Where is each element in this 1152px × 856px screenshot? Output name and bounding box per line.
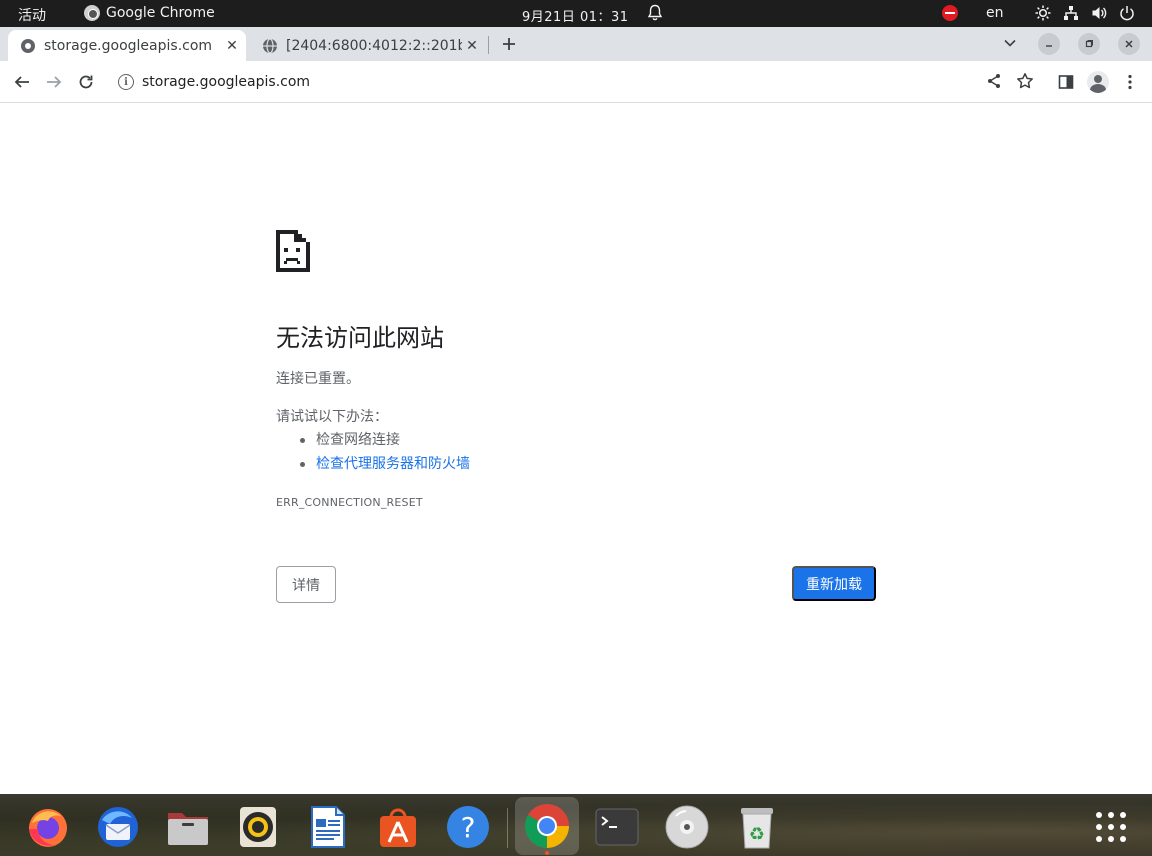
page-icon [20,38,36,54]
suggestions-list: 检查网络连接 检查代理服务器和防火墙 [296,430,470,478]
system-tray[interactable] [1034,4,1136,22]
maximize-button[interactable] [1078,33,1100,55]
error-subtitle: 连接已重置。 [276,371,360,387]
reload-page-button[interactable]: 重新加载 [792,566,876,601]
trash-icon[interactable]: ♻ [734,804,780,850]
side-panel-button[interactable] [1054,70,1078,94]
activities-button[interactable]: 活动 [18,5,46,25]
forward-button[interactable] [42,70,66,94]
close-window-button[interactable] [1118,33,1140,55]
bell-icon[interactable] [647,4,663,26]
rhythmbox-icon[interactable] [235,804,281,850]
tab-ipv6-address[interactable]: [2404:6800:4012:2::201b] ✕ [250,30,486,61]
suggestions-label: 请试试以下办法： [276,409,388,425]
reload-button[interactable] [74,70,98,94]
tab-separator [488,36,489,54]
close-tab-icon[interactable]: ✕ [222,36,242,56]
tab-search-chevron-icon[interactable] [1000,33,1020,53]
disc-icon[interactable] [664,804,710,850]
ubuntu-dock: ? ♻ [0,794,1152,856]
close-tab-icon[interactable]: ✕ [462,36,482,56]
list-item[interactable]: 检查代理服务器和防火墙 [296,454,470,478]
url-text[interactable]: storage.googleapis.com [142,74,310,90]
network-icon [1062,4,1080,22]
app-center-icon[interactable] [375,804,421,850]
sad-page-icon [276,230,310,272]
firefox-icon[interactable] [25,804,71,850]
terminal-icon[interactable] [594,804,640,850]
do-not-disturb-icon[interactable] [942,5,958,21]
share-icon[interactable] [986,73,1002,93]
help-icon[interactable]: ? [445,804,491,850]
show-apps-icon[interactable] [1088,804,1134,850]
profile-avatar-icon[interactable] [1086,70,1110,94]
error-title: 无法访问此网站 [276,324,444,352]
page-content: 无法访问此网站 连接已重置。 请试试以下办法： 检查网络连接 检查代理服务器和防… [0,104,1152,794]
suggestion-check-network: 检查网络连接 [316,432,400,448]
back-button[interactable] [10,70,34,94]
volume-icon [1090,4,1108,22]
thunderbird-icon[interactable] [95,804,141,850]
app-menu[interactable]: Google Chrome [84,5,215,21]
browser-toolbar: i storage.googleapis.com [0,61,1152,103]
globe-icon [262,37,278,54]
chrome-icon[interactable] [515,797,579,855]
minimize-button[interactable] [1038,33,1060,55]
bookmark-star-icon[interactable] [1016,72,1034,94]
site-info-icon[interactable]: i [118,74,134,90]
tab-storage-googleapis[interactable]: storage.googleapis.com ✕ [8,30,246,61]
details-button[interactable]: 详情 [276,566,336,603]
new-tab-button[interactable] [497,32,521,56]
address-bar[interactable]: i storage.googleapis.com [108,66,1046,98]
running-indicator [545,851,549,855]
tab-title: storage.googleapis.com [44,37,213,54]
chrome-icon [84,5,100,21]
dock-separator [507,808,508,848]
language-indicator[interactable]: en [986,5,1004,21]
clock[interactable]: 9月21日 01：31 [522,6,629,25]
power-icon [1118,4,1136,22]
tab-strip: storage.googleapis.com ✕ [2404:6800:4012… [0,27,1152,61]
error-code: ERR_CONNECTION_RESET [276,496,423,509]
libreoffice-writer-icon[interactable] [305,804,351,850]
brightness-icon [1034,4,1052,22]
tab-title: [2404:6800:4012:2::201b] [286,37,462,54]
chrome-menu-icon[interactable] [1118,70,1142,94]
svg-text:?: ? [461,811,476,844]
list-item: 检查网络连接 [296,430,470,454]
system-top-bar: 活动 Google Chrome 9月21日 01：31 en [0,0,1152,27]
svg-text:♻: ♻ [749,824,765,845]
suggestion-check-proxy-link[interactable]: 检查代理服务器和防火墙 [316,456,470,472]
app-name: Google Chrome [106,5,215,21]
files-icon[interactable] [165,804,211,850]
